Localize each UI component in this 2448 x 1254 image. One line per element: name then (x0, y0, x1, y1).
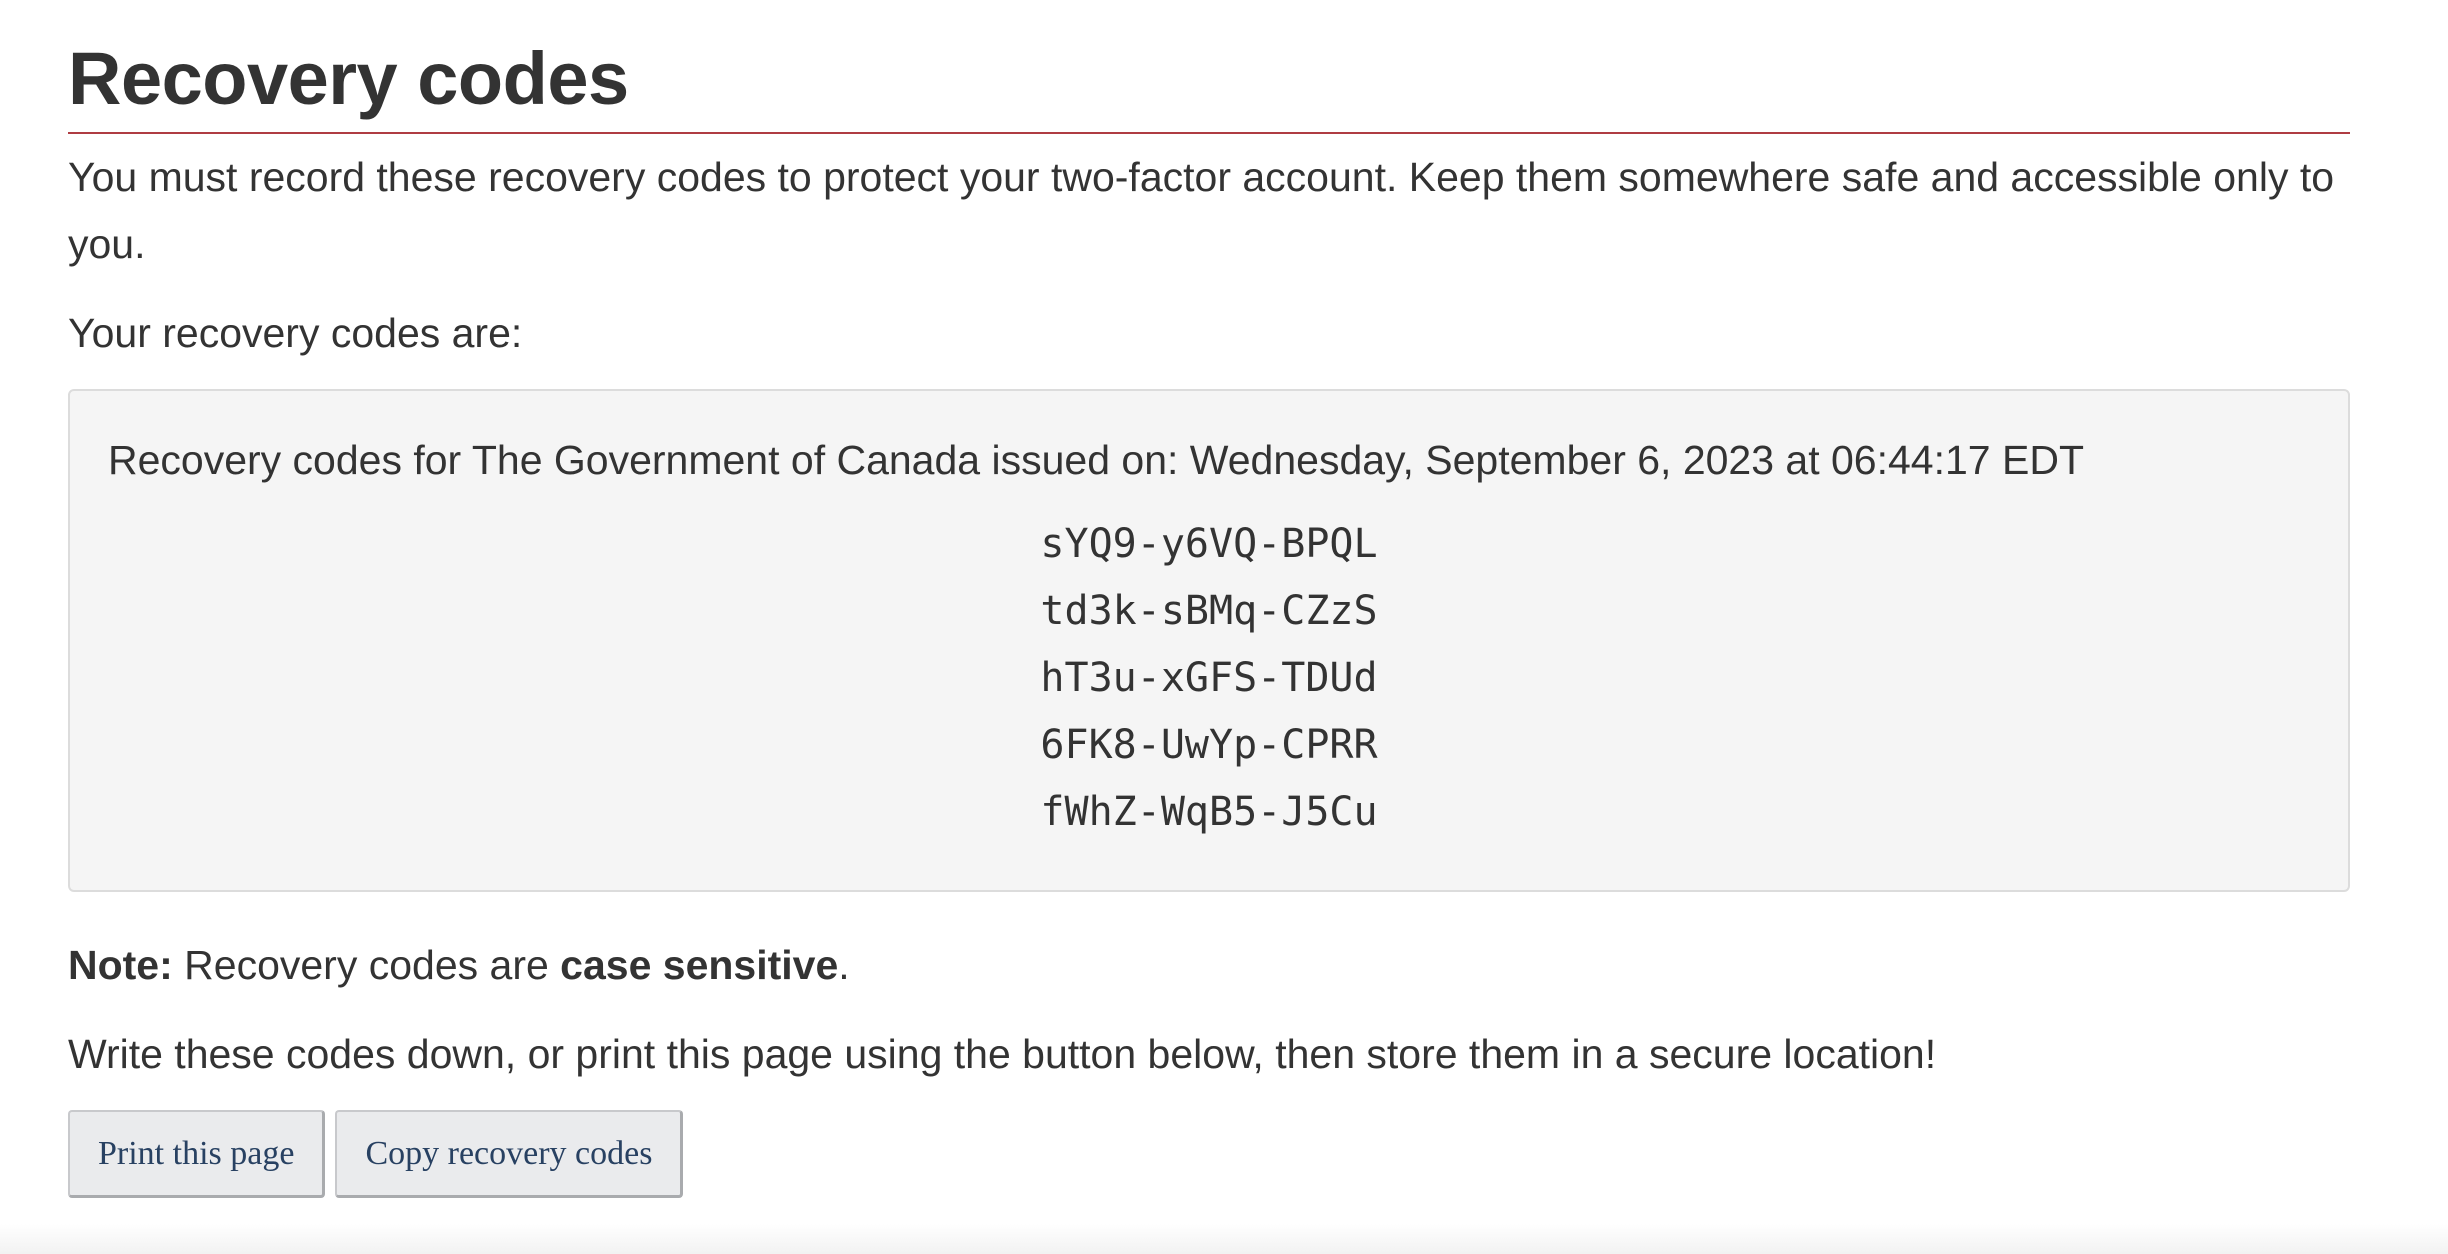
recovery-codes-box: Recovery codes for The Government of Can… (68, 389, 2350, 892)
print-page-button[interactable]: Print this page (68, 1110, 326, 1198)
note-text-before: Recovery codes are (172, 942, 561, 988)
codes-intro-text: Your recovery codes are: (68, 310, 523, 356)
page-content: Recovery codes You must record these rec… (68, 0, 2350, 1198)
instructions-text: Write these codes down, or print this pa… (68, 1031, 1937, 1077)
copy-recovery-codes-button[interactable]: Copy recovery codes (335, 1110, 684, 1198)
note-emphasis: case sensitive (560, 942, 839, 988)
recovery-code: sYQ9-y6VQ-BPQL (1040, 521, 1378, 567)
bottom-shade (0, 1224, 2448, 1254)
button-row: Print this page Copy recovery codes (68, 1110, 2350, 1198)
case-sensitive-note: Note: Recovery codes are case sensitive. (68, 932, 2350, 999)
recovery-code: hT3u-xGFS-TDUd (1040, 655, 1378, 701)
recovery-code: fWhZ-WqB5-J5Cu (1040, 789, 1378, 835)
page-title: Recovery codes (68, 0, 2350, 134)
recovery-code: 6FK8-UwYp-CPRR (1040, 722, 1378, 768)
recovery-codes-list: sYQ9-y6VQ-BPQL td3k-sBMq-CZzS hT3u-xGFS-… (108, 511, 2310, 846)
note-text-after: . (838, 942, 850, 988)
recovery-code: td3k-sBMq-CZzS (1040, 588, 1378, 634)
intro-text: You must record these recovery codes to … (68, 154, 2335, 267)
note-label: Note: (68, 942, 173, 988)
issued-line: Recovery codes for The Government of Can… (108, 437, 2084, 483)
